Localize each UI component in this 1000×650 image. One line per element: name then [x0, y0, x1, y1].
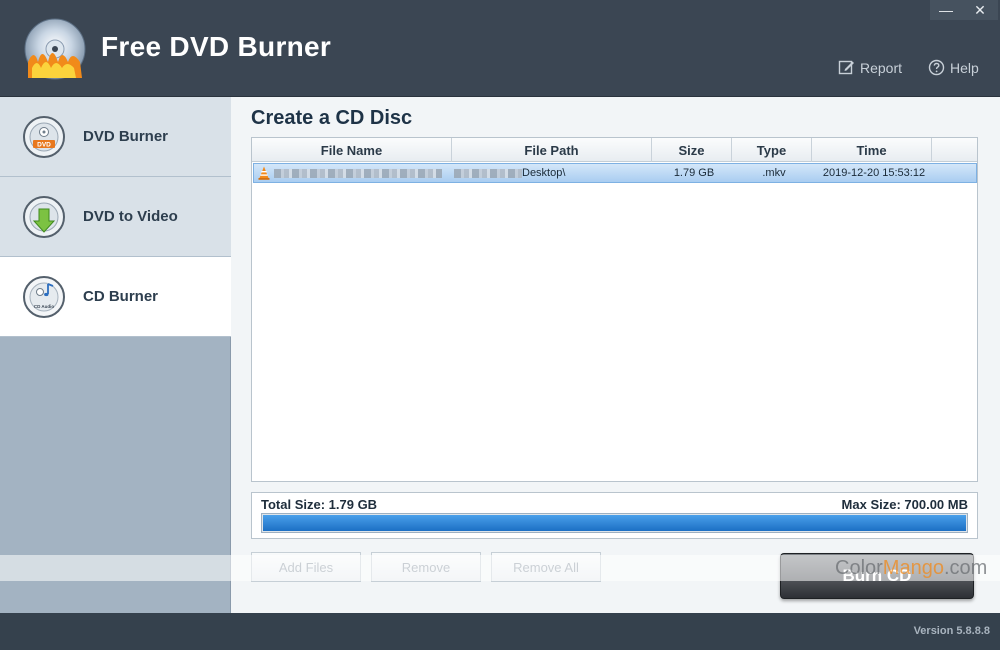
version-label: Version 5.8.8.8: [913, 625, 990, 637]
report-button[interactable]: Report: [838, 59, 902, 76]
report-label: Report: [860, 59, 903, 76]
blurred-file-name: [274, 168, 442, 178]
column-header-empty: [932, 138, 977, 162]
column-header-size[interactable]: Size: [652, 138, 732, 162]
dvd-download-icon: [23, 196, 65, 238]
cd-audio-icon: CD Audio: [23, 276, 65, 318]
help-label: Help: [950, 59, 979, 76]
remove-button[interactable]: Remove: [371, 552, 481, 582]
disc-capacity-panel: Total Size: 1.79 GB Max Size: 700.00 MB: [251, 492, 978, 539]
sidebar-item-cd-burner[interactable]: CD Audio CD Burner: [0, 257, 231, 337]
max-size-label: Max Size: 700.00 MB: [841, 497, 968, 512]
table-header: File Name File Path Size Type Time: [252, 138, 977, 162]
column-header-time[interactable]: Time: [812, 138, 932, 162]
page-title: Create a CD Disc: [251, 107, 413, 129]
help-icon: [928, 59, 945, 76]
cell-size: 1.79 GB: [673, 167, 715, 179]
title-bar: Free DVD Burner — ✕ Report Help: [0, 0, 1000, 97]
sidebar-item-label: DVD to Video: [83, 208, 178, 225]
cd-audio-icon-text: CD Audio: [34, 304, 55, 309]
dvd-icon-text: DVD: [37, 142, 51, 149]
cell-type: .mkv: [762, 167, 786, 179]
dvd-disc-icon: DVD: [23, 116, 65, 158]
file-path-suffix: Desktop\: [522, 167, 566, 179]
vlc-cone-icon: [258, 166, 270, 180]
column-header-file-name[interactable]: File Name: [252, 138, 452, 162]
sidebar: DVD DVD Burner DVD to Video CD Audio CD …: [0, 97, 231, 613]
sidebar-item-label: CD Burner: [83, 288, 159, 305]
minimize-icon: —: [939, 2, 953, 18]
column-header-file-path[interactable]: File Path: [452, 138, 652, 162]
sidebar-item-dvd-burner[interactable]: DVD DVD Burner: [0, 97, 231, 177]
close-icon: ✕: [974, 1, 986, 18]
sidebar-item-label: DVD Burner: [83, 128, 169, 145]
capacity-progress-bar: [261, 513, 968, 533]
cell-file-path: Desktop\: [454, 164, 654, 182]
minimize-button[interactable]: —: [930, 0, 962, 20]
app-logo-icon: [24, 18, 86, 80]
file-table: File Name File Path Size Type Time Deskt…: [251, 137, 978, 482]
blurred-file-path: [454, 168, 522, 178]
main-panel: Create a CD Disc File Name File Path Siz…: [231, 97, 1000, 613]
capacity-progress-fill: [263, 515, 966, 531]
cell-time: 2019-12-20 15:53:12: [822, 167, 926, 179]
status-bar: Version 5.8.8.8: [0, 613, 1000, 650]
column-header-type[interactable]: Type: [732, 138, 812, 162]
total-size-label: Total Size: 1.79 GB: [261, 497, 378, 512]
help-button[interactable]: Help: [928, 59, 979, 76]
table-row[interactable]: Desktop\ 1.79 GB .mkv 2019-12-20 15:53:1…: [253, 163, 977, 183]
remove-all-button[interactable]: Remove All: [491, 552, 601, 582]
cell-file-name: [254, 164, 454, 182]
app-title: Free DVD Burner: [101, 31, 332, 62]
sidebar-item-dvd-to-video[interactable]: DVD to Video: [0, 177, 231, 257]
edit-icon: [838, 60, 854, 75]
add-files-button[interactable]: Add Files: [251, 552, 361, 582]
burn-cd-button[interactable]: Burn CD: [780, 553, 974, 599]
close-button[interactable]: ✕: [962, 0, 998, 20]
